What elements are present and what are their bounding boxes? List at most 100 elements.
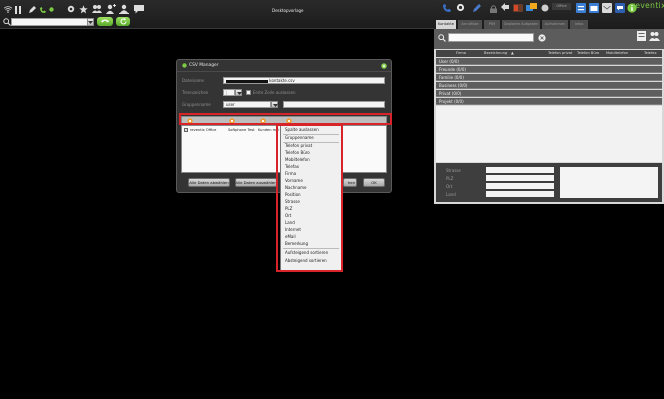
- tab-pim[interactable]: PIM: [484, 20, 500, 29]
- search-input[interactable]: [11, 18, 94, 26]
- detail-label-strasse: Strasse: [446, 168, 461, 173]
- search-icon[interactable]: [66, 4, 76, 14]
- contacts-table-header: Firma Bezeichnung ▲ Telefon privat Telef…: [436, 50, 662, 57]
- search-icon: [3, 18, 11, 26]
- refresh-button[interactable]: [116, 17, 130, 26]
- contact-details: Strasse PLZ Ort Land: [436, 163, 662, 202]
- category-business[interactable]: Business (0/0): [436, 82, 662, 89]
- mail-icon[interactable]: [602, 3, 612, 13]
- search-icon: [437, 33, 446, 42]
- pencil-icon[interactable]: [28, 5, 37, 14]
- csv-icon: [181, 62, 187, 68]
- phone-icon: [101, 19, 109, 22]
- category-user[interactable]: User (0/0): [436, 58, 662, 65]
- category-familie[interactable]: Familie (0/0): [436, 74, 662, 81]
- category-privat[interactable]: Privat (0/0): [436, 90, 662, 97]
- dateiname-input[interactable]: kontakte.csv: [223, 77, 385, 84]
- column-bezeichnung[interactable]: Bezeichnung: [484, 51, 507, 55]
- person-add-icon[interactable]: [106, 4, 116, 14]
- contacts-icon[interactable]: [576, 3, 586, 13]
- circle-icon[interactable]: [48, 6, 55, 13]
- people-icon[interactable]: [92, 4, 102, 14]
- refresh-icon: [120, 18, 126, 25]
- call-button[interactable]: [97, 17, 113, 26]
- scan-icon[interactable]: [119, 4, 129, 14]
- deselect-all-button[interactable]: Alle Daten abwählen: [188, 178, 230, 187]
- tab-kontakte[interactable]: Kontakte: [436, 20, 456, 29]
- sort-indicator-icon: ▲: [511, 51, 514, 55]
- contacts-list-area: [436, 106, 662, 162]
- detail-label-plz: PLZ: [446, 176, 454, 181]
- gruppenname-select[interactable]: user: [223, 101, 271, 108]
- main-toolbar: Desktopvorlage: [0, 0, 434, 29]
- table-cell: Softphone Test: [228, 128, 255, 132]
- skip-first-row-checkbox[interactable]: [246, 90, 251, 95]
- record-icon[interactable]: [513, 3, 523, 13]
- tab-aufnahmen[interactable]: Aufnahmen: [542, 20, 568, 29]
- highlight-context-menu: [276, 124, 343, 272]
- category-projekt[interactable]: Projekt (0/0): [436, 98, 662, 105]
- select-all-button[interactable]: Alle Daten auswählen: [235, 178, 277, 187]
- phone-icon[interactable]: [442, 3, 452, 13]
- chat-icon[interactable]: [615, 3, 625, 13]
- contacts-search-input[interactable]: [448, 33, 534, 42]
- dateiname-label: Dateiname: [182, 78, 205, 83]
- star-icon[interactable]: [78, 4, 88, 14]
- chat-icon[interactable]: [134, 4, 144, 14]
- ok-button[interactable]: OK: [363, 178, 385, 187]
- office-status-label[interactable]: Office: [552, 3, 571, 10]
- search-icon[interactable]: [456, 3, 466, 13]
- dialog-title: CSV Manager: [189, 62, 219, 68]
- gruppenname-label: Gruppenname: [182, 102, 211, 107]
- dialog-divider: [177, 71, 391, 72]
- column-firma[interactable]: Firma: [456, 51, 466, 55]
- detail-field-plz[interactable]: [486, 175, 554, 181]
- clear-search-icon[interactable]: [537, 33, 546, 42]
- column-telefon-buero[interactable]: Telefon Büro: [577, 51, 599, 55]
- chevron-down-icon: [236, 91, 242, 95]
- detail-field-strasse[interactable]: [486, 167, 554, 173]
- chevron-down-icon: [88, 19, 93, 25]
- app-title: Desktopvorlage: [272, 8, 304, 13]
- column-mobiltelefon[interactable]: Mobiltelefon: [606, 51, 628, 55]
- phone-icon[interactable]: [38, 5, 47, 14]
- row-checkbox[interactable]: ✓: [184, 128, 188, 132]
- table-cell: reventix Office: [190, 128, 217, 132]
- calendar-icon[interactable]: [589, 3, 599, 13]
- dot-icon[interactable]: [541, 4, 549, 12]
- skip-first-row-label: Erste Zeile auslassen: [253, 90, 296, 95]
- column-telefon-privat[interactable]: Telefon privat: [548, 51, 572, 55]
- close-dialog-icon[interactable]: [380, 62, 387, 69]
- tab-geplante-aufgaben[interactable]: Geplante Aufgaben: [502, 20, 540, 29]
- contact-notes[interactable]: [560, 167, 658, 198]
- tab-infos[interactable]: Infos: [570, 20, 588, 29]
- detail-field-land[interactable]: [486, 191, 554, 197]
- tag-icon[interactable]: [526, 3, 537, 13]
- trennzeichen-dropdown-button[interactable]: [235, 89, 242, 96]
- search-dropdown-button[interactable]: [87, 18, 94, 26]
- gruppenname-dropdown-button[interactable]: [271, 101, 278, 108]
- contacts-toolbar: [434, 29, 664, 49]
- wifi-icon[interactable]: [3, 5, 12, 14]
- detail-label-land: Land: [446, 192, 456, 197]
- edit-icon[interactable]: [472, 3, 482, 13]
- grid-icon[interactable]: [14, 5, 22, 14]
- chevron-down-icon: [272, 103, 278, 107]
- people-icon[interactable]: [649, 31, 660, 41]
- add-contact-icon[interactable]: [636, 31, 646, 41]
- import-button[interactable]: hen: [343, 178, 357, 187]
- trennzeichen-label: Trennzeichen: [182, 90, 209, 95]
- new-group-input[interactable]: [283, 101, 385, 108]
- trennzeichen-select[interactable]: ;: [223, 89, 235, 96]
- column-telefax[interactable]: Telefax: [644, 51, 657, 55]
- right-toolbar: Office reventix Kontakte Anrufliste PIM …: [434, 0, 664, 29]
- contacts-panel: Firma Bezeichnung ▲ Telefon privat Telef…: [434, 29, 664, 204]
- transfer-icon[interactable]: [500, 3, 510, 13]
- brand-logo: reventix: [632, 1, 664, 10]
- detail-label-ort: Ort: [446, 184, 453, 189]
- category-freunde[interactable]: Freunde (0/0): [436, 66, 662, 73]
- tab-anrufliste[interactable]: Anrufliste: [458, 20, 482, 29]
- lock-icon[interactable]: [489, 4, 497, 13]
- detail-field-ort[interactable]: [486, 183, 554, 189]
- dateiname-value: kontakte.csv: [269, 78, 295, 83]
